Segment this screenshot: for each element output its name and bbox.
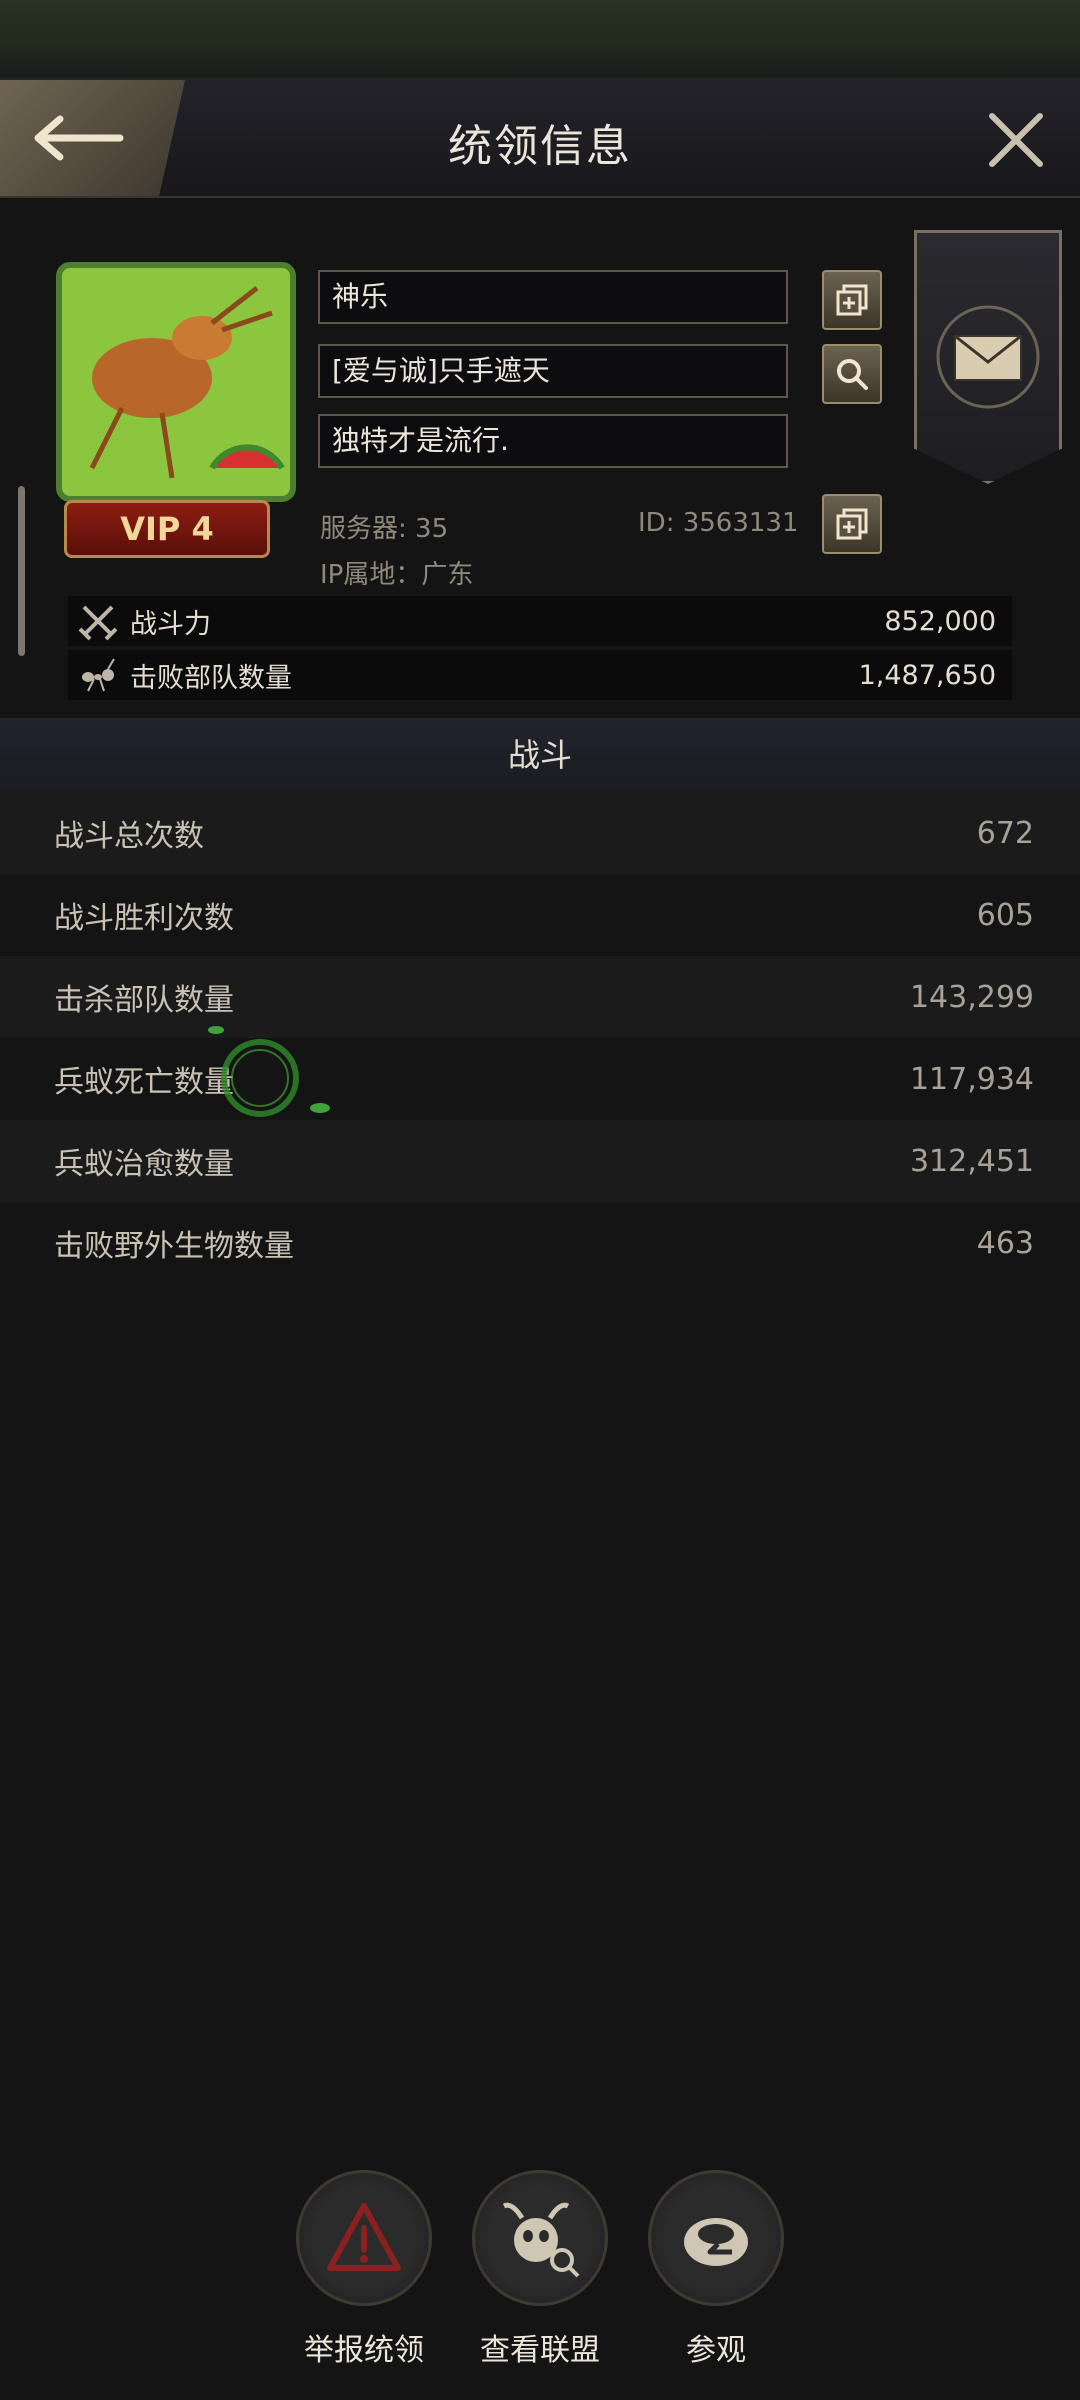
view-alliance-label: 查看联盟 — [480, 2333, 600, 2368]
tap-effect-ring — [208, 1026, 330, 1117]
copy-name-button[interactable] — [822, 270, 882, 330]
scrollbar[interactable] — [18, 486, 25, 656]
close-button[interactable] — [986, 110, 1046, 170]
signature-field: 独特才是流行. — [318, 414, 788, 468]
ant-icon — [82, 658, 115, 692]
stat-label: 击杀部队数量 — [54, 983, 234, 1018]
list-item: 击败野外生物数量 463 — [0, 1202, 1080, 1284]
search-icon — [837, 359, 868, 390]
stat-value: 143,299 — [909, 979, 1034, 1015]
list-item: 兵蚁治愈数量 312,451 — [0, 1120, 1080, 1202]
send-mail-button[interactable] — [914, 230, 1062, 484]
stat-value: 672 — [976, 815, 1034, 851]
game-background-strip — [0, 0, 1080, 80]
stat-label: 战斗总次数 — [54, 819, 204, 854]
power-value: 852,000 — [884, 605, 996, 637]
vip-badge: VIP 4 — [64, 500, 270, 558]
stat-label: 击败野外生物数量 — [54, 1229, 294, 1264]
page-title: 统领信息 — [448, 121, 632, 172]
copy-icon — [836, 284, 868, 316]
list-item: 战斗总次数 672 — [0, 792, 1080, 874]
alliance-view-icon — [502, 2202, 580, 2278]
player-avatar[interactable] — [56, 262, 296, 502]
report-commander-label: 举报统领 — [304, 2333, 424, 2368]
server-label: 服务器: 35 — [320, 514, 449, 544]
alliance-name-field: [爱与诚]只手遮天 — [318, 344, 788, 398]
ant-portrait-image — [62, 268, 290, 496]
list-item: 战斗胜利次数 605 — [0, 874, 1080, 956]
crossed-swords-icon — [78, 605, 118, 641]
stat-value: 117,934 — [909, 1061, 1034, 1097]
list-item: 兵蚁死亡数量 117,934 — [0, 1038, 1080, 1120]
visit-label: 参观 — [686, 2333, 746, 2368]
copy-icon — [836, 508, 868, 540]
power-row: 战斗力 852,000 — [68, 596, 1012, 646]
troops-defeated-label: 击败部队数量 — [130, 662, 292, 694]
battle-section-title: 战斗 — [0, 718, 1080, 792]
stat-label: 战斗胜利次数 — [54, 901, 234, 936]
stat-value: 312,451 — [909, 1143, 1034, 1179]
report-commander-button[interactable] — [296, 2170, 432, 2306]
stat-label: 兵蚁治愈数量 — [54, 1147, 234, 1182]
visit-button[interactable] — [648, 2170, 784, 2306]
list-item: 击杀部队数量 143,299 — [0, 956, 1080, 1038]
mail-envelope-icon — [936, 305, 1040, 409]
report-warning-icon — [327, 2203, 401, 2271]
power-label: 战斗力 — [130, 608, 211, 640]
visit-icon — [684, 2218, 748, 2266]
search-alliance-button[interactable] — [822, 344, 882, 404]
player-name-field: 神乐 — [318, 270, 788, 324]
ip-location-label: IP属地：广东 — [320, 560, 474, 590]
troops-defeated-row: 击败部队数量 1,487,650 — [68, 650, 1012, 700]
copy-id-button[interactable] — [822, 494, 882, 554]
stat-value: 463 — [976, 1225, 1034, 1261]
view-alliance-button[interactable] — [472, 2170, 608, 2306]
stat-label: 兵蚁死亡数量 — [54, 1065, 234, 1100]
player-id-label: ID: 3563131 — [638, 508, 799, 538]
stat-value: 605 — [976, 897, 1034, 933]
troops-defeated-value: 1,487,650 — [858, 659, 996, 691]
close-icon — [989, 113, 1043, 167]
